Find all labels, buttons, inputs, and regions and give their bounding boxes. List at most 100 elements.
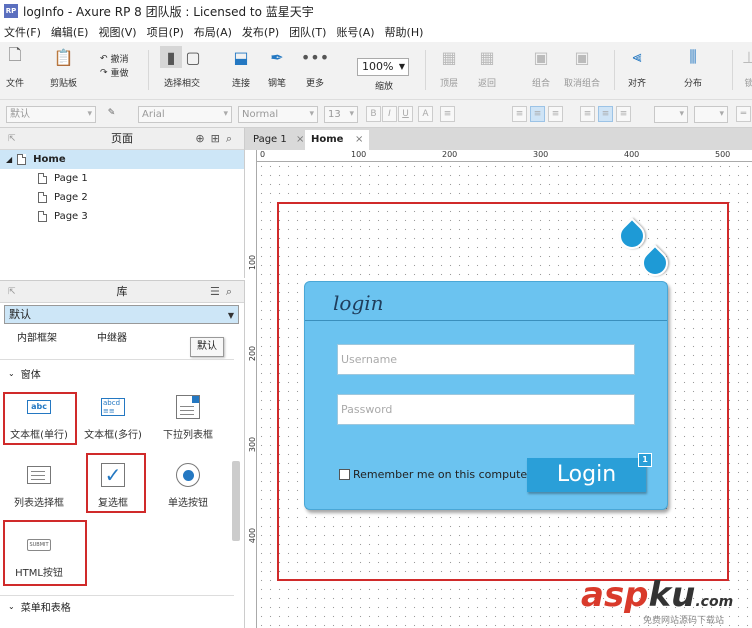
main-toolbar: 🗋 文件 📋 剪贴板 ↶ 撤消 ↷ 重做 ▮ ▢ 选择相交 ⬓ 连接 ✒ 钢笔 ••… bbox=[0, 42, 752, 100]
library-panel-actions: ☰⌕ bbox=[210, 281, 238, 303]
library-select[interactable]: 默认 bbox=[4, 305, 239, 324]
login-panel[interactable]: login Username Password Remember me on t… bbox=[304, 281, 668, 510]
tree-item-page[interactable]: Page 2 bbox=[0, 188, 244, 207]
menu-help[interactable]: 帮助(H) bbox=[385, 24, 424, 40]
pages-panel: ⇱ 页面 ⊕⊞⌕ ◢ Home Page 1 Page 2 Page 3 bbox=[0, 128, 245, 278]
menu-bar: 文件(F) 编辑(E) 视图(V) 项目(P) 布局(A) 发布(P) 团队(T… bbox=[0, 22, 752, 42]
section-divider bbox=[0, 595, 234, 596]
library-scrollbar[interactable] bbox=[232, 461, 240, 541]
password-field[interactable]: Password bbox=[337, 394, 635, 425]
search-icon[interactable]: ⌕ bbox=[226, 132, 238, 145]
file-button[interactable]: 🗋 文件 bbox=[4, 44, 26, 90]
ungroup-button[interactable]: ▣ 取消组合 bbox=[564, 46, 600, 90]
select-intersect-button[interactable]: ▮ ▢ 选择相交 bbox=[160, 46, 204, 89]
align-right-text-icon[interactable]: ≡ bbox=[548, 106, 563, 122]
lock-button[interactable]: ⊥ 锁 bbox=[738, 46, 752, 90]
close-icon[interactable]: × bbox=[355, 134, 363, 145]
file-icon: 🗋 bbox=[8, 44, 22, 64]
align-top-icon[interactable]: ≡ bbox=[580, 106, 595, 122]
distribute-button[interactable]: ⫼ 分布 bbox=[682, 46, 704, 89]
remember-me-checkbox[interactable]: Remember me on this computer bbox=[339, 468, 532, 481]
undo-button[interactable]: ↶ 撤消 bbox=[100, 52, 129, 66]
library-item-repeater[interactable]: 中继器 bbox=[97, 329, 127, 344]
select-contain-icon: ▢ bbox=[185, 47, 201, 67]
menu-publish[interactable]: 发布(P) bbox=[242, 24, 279, 40]
menu-icon[interactable]: ☰ bbox=[210, 285, 226, 298]
send-back-icon: ▦ bbox=[479, 47, 495, 67]
section-menu-header[interactable]: ⌄ 菜单和表格 bbox=[8, 599, 71, 614]
library-item-dropdown[interactable]: 下拉列表框 bbox=[152, 395, 224, 441]
clipboard-button[interactable]: 📋 剪贴板 bbox=[50, 46, 77, 90]
italic-button[interactable]: I bbox=[382, 106, 397, 122]
dropdown-icon bbox=[175, 395, 201, 419]
text-area-icon: abcd ≡≡ bbox=[100, 395, 126, 419]
align-center-text-icon[interactable]: ≡ bbox=[530, 106, 545, 122]
library-item-text-area[interactable]: abcd ≡≡ 文本框(多行) bbox=[77, 395, 149, 441]
tree-item-page[interactable]: Page 1 bbox=[0, 169, 244, 188]
page-tabs: Page 1 × Home × bbox=[245, 128, 752, 150]
fill-color-select[interactable] bbox=[654, 106, 688, 123]
font-size-select[interactable]: 13 bbox=[324, 106, 358, 123]
pin-icon[interactable]: ⇱ bbox=[8, 128, 16, 150]
login-title: login bbox=[333, 291, 384, 315]
zoom-select[interactable]: 100% ▼ bbox=[357, 58, 409, 76]
collapse-icon[interactable]: ◢ bbox=[6, 155, 12, 164]
chevron-down-icon: ⌄ bbox=[8, 369, 15, 378]
menu-project[interactable]: 项目(P) bbox=[147, 24, 184, 40]
library-item-inline-frame[interactable]: 内部框架 bbox=[17, 329, 57, 344]
toolbar-divider bbox=[732, 50, 733, 90]
align-left-icon: ⫷ bbox=[632, 47, 642, 66]
align-left-text-icon[interactable]: ≡ bbox=[512, 106, 527, 122]
zoom-label: 缩放 bbox=[375, 82, 394, 92]
highlight-box bbox=[86, 453, 146, 513]
tree-item-home[interactable]: ◢ Home bbox=[0, 150, 244, 169]
menu-file[interactable]: 文件(F) bbox=[4, 24, 41, 40]
send-back-button[interactable]: ▦ 返回 bbox=[476, 46, 498, 90]
bullet-list-icon[interactable]: ≡ bbox=[440, 106, 455, 122]
chevron-down-icon: ⌄ bbox=[8, 602, 15, 611]
align-bottom-icon[interactable]: ≡ bbox=[616, 106, 631, 122]
tab-page-1[interactable]: Page 1 × bbox=[247, 130, 310, 150]
tooltip: 默认 bbox=[190, 337, 224, 357]
group-button[interactable]: ▣ 组合 bbox=[530, 46, 552, 90]
close-icon[interactable]: × bbox=[296, 134, 304, 145]
underline-button[interactable]: U bbox=[398, 106, 413, 122]
pen-button[interactable]: ✒ 钢笔 bbox=[266, 46, 288, 90]
title-bar: RP logInfo - Axure RP 8 团队版 : Licensed t… bbox=[0, 0, 752, 22]
redo-icon: ↷ bbox=[100, 67, 108, 78]
add-folder-icon[interactable]: ⊞ bbox=[211, 132, 226, 145]
redo-button[interactable]: ↷ 重做 bbox=[100, 66, 129, 80]
tree-item-page[interactable]: Page 3 bbox=[0, 207, 244, 226]
add-page-icon[interactable]: ⊕ bbox=[195, 132, 210, 145]
menu-account[interactable]: 账号(A) bbox=[336, 24, 374, 40]
pin-icon[interactable]: ⇱ bbox=[8, 281, 16, 303]
search-icon[interactable]: ⌕ bbox=[226, 285, 238, 298]
align-middle-icon[interactable]: ≡ bbox=[598, 106, 613, 122]
bring-to-top-button[interactable]: ▦ 顶层 bbox=[438, 46, 460, 90]
library-item-list-box[interactable]: 列表选择框 bbox=[3, 463, 75, 509]
line-color-select[interactable] bbox=[694, 106, 728, 123]
menu-edit[interactable]: 编辑(E) bbox=[51, 24, 89, 40]
username-field[interactable]: Username bbox=[337, 344, 635, 375]
bring-front-icon: ▦ bbox=[441, 47, 457, 67]
text-color-icon[interactable]: A bbox=[418, 106, 433, 122]
section-form-header[interactable]: ⌄ 窗体 bbox=[8, 366, 41, 381]
format-painter-icon[interactable]: ✎ bbox=[104, 106, 119, 122]
font-weight-select[interactable]: Normal bbox=[238, 106, 318, 123]
menu-team[interactable]: 团队(T) bbox=[289, 24, 326, 40]
more-button[interactable]: ••• 更多 bbox=[301, 46, 329, 90]
library-panel-header: ⇱ 库 ☰⌕ bbox=[0, 281, 244, 303]
watermark-logo: aspku.com 免费网站源码下载站 bbox=[581, 575, 734, 626]
menu-view[interactable]: 视图(V) bbox=[98, 24, 136, 40]
style-select[interactable]: 默认 bbox=[6, 106, 96, 123]
checkbox-box[interactable] bbox=[339, 469, 350, 480]
connect-button[interactable]: ⬓ 连接 bbox=[230, 46, 252, 90]
login-button[interactable]: Login bbox=[527, 458, 646, 492]
font-select[interactable]: Arial bbox=[138, 106, 232, 123]
line-width-icon[interactable]: ═ bbox=[736, 106, 751, 122]
align-button[interactable]: ⫷ 对齐 bbox=[626, 46, 648, 89]
menu-arrange[interactable]: 布局(A) bbox=[194, 24, 232, 40]
tab-home[interactable]: Home × bbox=[305, 130, 370, 150]
library-item-radio[interactable]: 单选按钮 bbox=[152, 463, 224, 509]
bold-button[interactable]: B bbox=[366, 106, 381, 122]
